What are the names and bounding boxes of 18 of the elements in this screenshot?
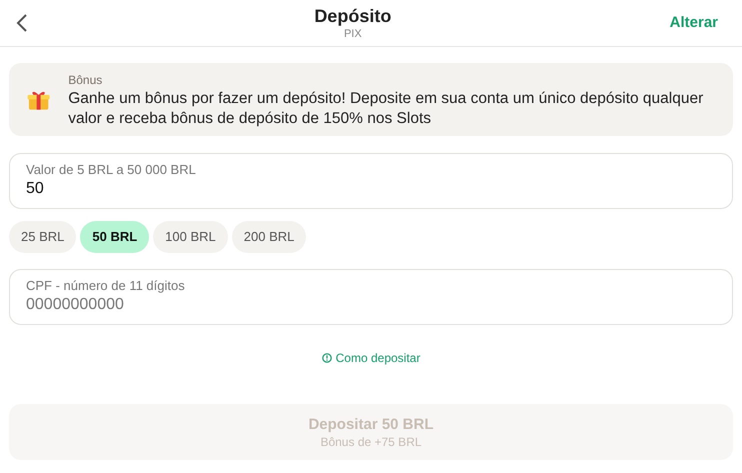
amount-chip[interactable]: 25 BRL	[9, 221, 76, 253]
cpf-field[interactable]: CPF - número de 11 dígitos 00000000000	[9, 269, 733, 325]
page-title: Depósito	[314, 5, 392, 27]
how-to-deposit-link[interactable]: Como depositar	[322, 349, 420, 367]
bonus-label: Bônus	[68, 72, 104, 88]
bonus-text: Ganhe um bônus por fazer um depósito! Deposite em sua conta um único depósito qualquer valor e receba bônus de depósito de 150% nos Slots	[68, 88, 704, 128]
amount-chip[interactable]: 50 BRL	[80, 221, 150, 253]
amount-field[interactable]: Valor de 5 BRL a 50 000 BRL 50	[9, 153, 733, 209]
back-icon	[16, 13, 28, 33]
change-link[interactable]: Alterar	[670, 12, 726, 34]
cpf-placeholder: 00000000000	[26, 295, 124, 315]
page-subtitle: PIX	[344, 27, 362, 41]
info-icon	[322, 353, 332, 363]
cpf-label: CPF - número de 11 dígitos	[26, 278, 186, 294]
amount-chip[interactable]: 100 BRL	[153, 221, 228, 253]
amount-value: 50	[26, 179, 44, 199]
amount-chip[interactable]: 200 BRL	[232, 221, 306, 253]
amount-label: Valor de 5 BRL a 50 000 BRL	[26, 162, 197, 178]
